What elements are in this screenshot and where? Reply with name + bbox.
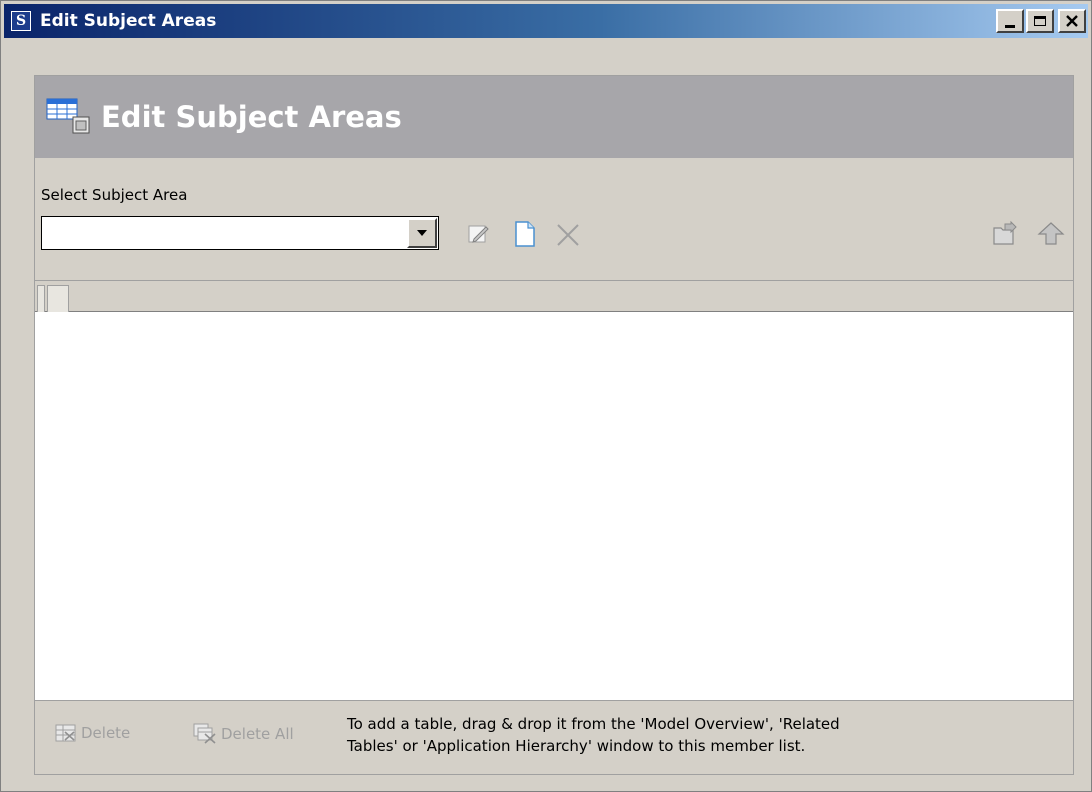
close-icon: [1066, 15, 1078, 27]
delete-all-button[interactable]: Delete All: [193, 723, 294, 745]
subject-area-select[interactable]: [41, 216, 439, 250]
hint-line-2: Tables' or 'Application Hierarchy' windo…: [347, 737, 806, 755]
page-title: Edit Subject Areas: [101, 100, 402, 134]
title-bar[interactable]: S Edit Subject Areas: [4, 4, 1088, 38]
up-arrow-icon[interactable]: [1037, 220, 1065, 248]
subject-area-table-icon: [45, 97, 95, 137]
chevron-down-icon: [417, 230, 427, 236]
row-selector-column[interactable]: [37, 285, 45, 312]
delete-table-icon: [55, 724, 76, 742]
window-title: Edit Subject Areas: [40, 11, 217, 31]
footer-bar: Delete Delete All To add a table, drag &…: [35, 700, 1073, 774]
drag-drop-hint: To add a table, drag & drop it from the …: [347, 713, 987, 757]
close-button[interactable]: [1058, 9, 1086, 33]
minimize-button[interactable]: [996, 9, 1024, 33]
delete-all-tables-icon: [193, 723, 216, 744]
window-controls: [996, 9, 1086, 33]
open-folder-icon[interactable]: [991, 220, 1019, 248]
delete-button[interactable]: Delete: [55, 723, 130, 743]
delete-label: Delete: [81, 724, 131, 742]
new-document-icon[interactable]: [513, 220, 537, 248]
delete-x-icon[interactable]: [555, 222, 581, 248]
minimize-icon: [1005, 24, 1015, 28]
member-list-header: [35, 280, 1073, 312]
window: S Edit Subject Areas Edit Subject Areas …: [0, 0, 1092, 792]
subject-areas-panel: Edit Subject Areas Select Subject Area D…: [34, 75, 1074, 775]
app-icon[interactable]: S: [10, 10, 32, 32]
panel-header: Edit Subject Areas: [35, 76, 1073, 158]
edit-icon[interactable]: [467, 222, 491, 246]
member-list[interactable]: [35, 312, 1073, 700]
column-header[interactable]: [47, 285, 69, 312]
maximize-icon: [1034, 16, 1046, 26]
hint-line-1: To add a table, drag & drop it from the …: [347, 715, 840, 733]
app-icon-letter: S: [12, 12, 30, 30]
maximize-button[interactable]: [1026, 9, 1054, 33]
delete-all-label: Delete All: [221, 725, 294, 743]
select-subject-area-label: Select Subject Area: [41, 186, 188, 204]
dropdown-button[interactable]: [407, 218, 437, 248]
